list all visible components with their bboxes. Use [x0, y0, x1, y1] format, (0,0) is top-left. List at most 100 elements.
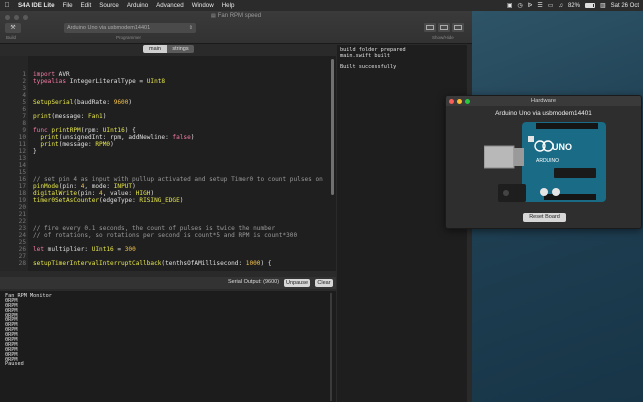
build-log-line: Built successfully [340, 63, 397, 70]
code-token: (message: [51, 113, 89, 120]
code-text: SetupSerial(baudRate: 9600) [33, 99, 132, 106]
code-token: SetupSerial [33, 99, 74, 106]
code-token: , value: [102, 190, 136, 197]
code-token: func [33, 127, 48, 134]
code-token: print [40, 134, 59, 141]
hardware-window: Hardware Arduino Uno via usbmodem14401 U… [445, 95, 642, 229]
line-number: 22 [18, 218, 26, 225]
code-line: 11 print(message: RPM0) [0, 141, 336, 148]
code-token: (message: [58, 141, 96, 148]
line-number: 16 [18, 176, 26, 183]
tab-strings[interactable]: strings [167, 45, 194, 53]
battery-percent[interactable]: 82% [568, 3, 580, 9]
programmer-select[interactable]: Arduino Uno via usbmodem14401 ⇕ [64, 23, 196, 33]
code-line: 8 [0, 120, 336, 127]
editor-scrollbar[interactable] [331, 59, 334, 195]
menu-advanced[interactable]: Advanced [152, 2, 188, 9]
line-number: 13 [18, 155, 26, 162]
menu-window[interactable]: Window [188, 2, 218, 9]
code-token: (pin: [77, 190, 100, 197]
airplay-icon[interactable]: ▭ [548, 2, 554, 9]
code-line: 14 [0, 162, 336, 169]
code-line: 17 pinMode(pin: 4, mode: INPUT) [0, 183, 336, 190]
line-number: 4 [22, 92, 26, 99]
ide-window: ▤ Fan RPM speed ⚒ Build Arduino Uno via u… [0, 11, 472, 402]
menu-arduino[interactable]: Arduino [123, 2, 152, 9]
board-name: Arduino Uno via usbmodem14401 [495, 110, 592, 117]
code-token: 1000 [245, 260, 261, 267]
clear-button[interactable]: Clear [315, 279, 333, 287]
code-token: } [33, 148, 37, 155]
toggle-left-panel-button[interactable] [424, 23, 436, 32]
line-number: 18 [18, 190, 26, 197]
code-line: 2 typealias IntegerLiteralType = UInt8 [0, 78, 336, 85]
menu-file[interactable]: File [59, 2, 77, 9]
battery-icon[interactable] [584, 3, 595, 8]
serial-header: Serial Output: (9600) Unpause Clear [0, 277, 336, 289]
menu-help[interactable]: Help [218, 2, 239, 9]
code-token: // fire every 0.1 seconds, the count of … [33, 225, 276, 232]
build-button[interactable]: ⚒ [5, 23, 21, 33]
code-line: 10 print(unsignedInt: rpm, addNewline: f… [0, 134, 336, 141]
code-token: IntegerLiteralType = [66, 78, 147, 85]
code-line: 24 // of rotations, so rotations per seco… [0, 232, 336, 239]
time-machine-icon[interactable]: ◷ [518, 2, 523, 9]
code-token: print [33, 113, 52, 120]
menu-source[interactable]: Source [95, 2, 123, 9]
toggle-right-panel-button[interactable] [452, 23, 464, 32]
screen-sharing-icon[interactable]: ▣ [507, 2, 513, 9]
code-token: typealias [33, 78, 67, 85]
code-text: let multiplier: UInt16 = 300 [33, 246, 136, 253]
code-token: ) [110, 141, 114, 148]
line-number: 7 [22, 113, 26, 120]
code-line: 7 print(message: Fan1) [0, 113, 336, 120]
code-line: 28 setupTimerIntervalInterruptCallback(te… [0, 260, 336, 267]
code-token: INPUT [113, 183, 133, 190]
code-token: // of rotations, so rotations per second… [33, 232, 298, 239]
line-number: 6 [22, 106, 26, 113]
board-logo-text: UNO [552, 142, 572, 152]
user-switch-icon[interactable]: ▥ [600, 2, 606, 9]
toggle-bottom-panel-button[interactable] [438, 23, 450, 32]
code-line: 5 SetupSerial(baudRate: 9600) [0, 99, 336, 106]
reset-board-button[interactable]: Reset Board [523, 213, 566, 222]
line-number: 3 [22, 85, 26, 92]
window-toolbar: ▤ Fan RPM speed ⚒ Build Arduino Uno via u… [0, 11, 472, 44]
clock[interactable]: Sat 26 Oct [611, 3, 639, 9]
hardware-title: Hardware [530, 98, 557, 104]
line-number: 12 [18, 148, 26, 155]
code-token: (pin: [58, 183, 81, 190]
code-token: RPM0 [95, 141, 111, 148]
code-line: 26 let multiplier: UInt16 = 300 [0, 246, 336, 253]
volume-icon[interactable]: ♫ [558, 3, 563, 9]
code-text: pinMode(pin: 4, mode: INPUT) [33, 183, 136, 190]
hammer-icon: ⚒ [10, 25, 16, 31]
showhide-group [424, 23, 464, 32]
serial-output[interactable]: Fan RPM Monitor 0RPM 0RPM 0RPM 0RPM 0RPM 0RPM 0… [0, 291, 336, 402]
unpause-button[interactable]: Unpause [284, 279, 310, 287]
code-line: 20 [0, 204, 336, 211]
code-line: 25 [0, 239, 336, 246]
code-line: 16 // set pin 4 as input with pullup acti… [0, 176, 336, 183]
code-line: 23 // fire every 0.1 seconds, the count o… [0, 225, 336, 232]
menu-edit[interactable]: Edit [77, 2, 96, 9]
serial-scrollbar[interactable] [330, 293, 332, 401]
code-text: } [33, 148, 37, 155]
line-number: 10 [18, 134, 26, 141]
code-token: (edgeType: [99, 197, 140, 204]
line-number: 15 [18, 169, 26, 176]
line-number: 19 [18, 197, 26, 204]
wifi-icon[interactable]: ☰ [537, 2, 542, 9]
code-token: ) [150, 190, 155, 197]
code-editor[interactable]: 1 import AVR 2 typealias IntegerLiteralType… [0, 56, 336, 271]
menu-app-name[interactable]: S4A IDE Lite [14, 2, 59, 9]
menu-bar:  S4A IDE Lite File Edit Source Arduino … [0, 0, 643, 11]
code-token: import [33, 71, 56, 78]
code-token: print [40, 141, 59, 148]
code-token: 9600 [113, 99, 129, 106]
code-text: // fire every 0.1 seconds, the count of … [33, 225, 275, 232]
apple-icon[interactable]:  [0, 2, 14, 9]
tab-main[interactable]: main [143, 45, 167, 53]
code-line: 18 digitalWrite(pin: 4, value: HIGH) [0, 190, 336, 197]
bluetooth-icon[interactable]: ᐉ [528, 2, 533, 9]
